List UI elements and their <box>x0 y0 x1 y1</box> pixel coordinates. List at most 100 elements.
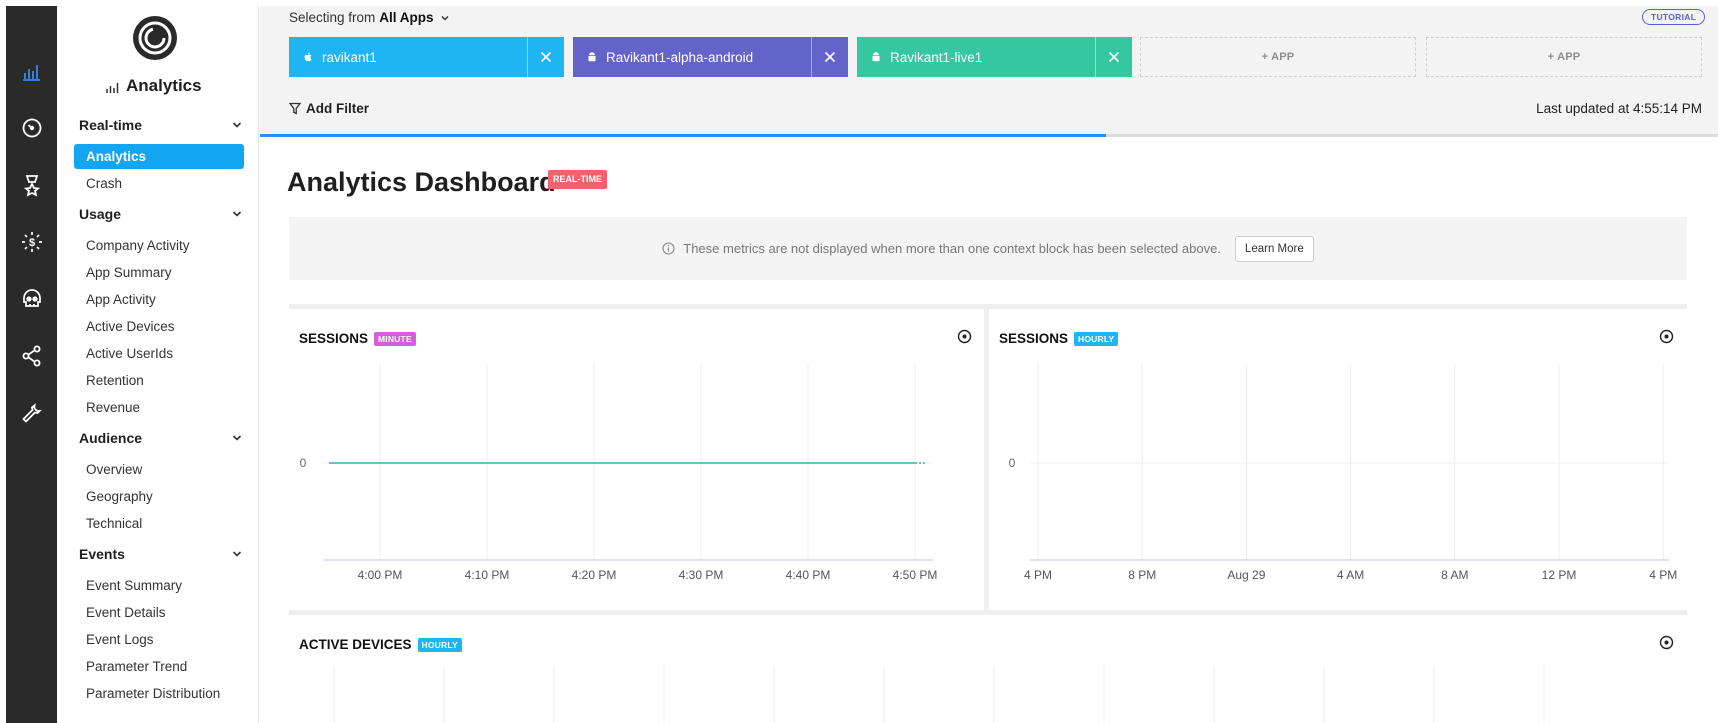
x-tick-label: Aug 29 <box>1227 568 1265 582</box>
add-filter-label: Add Filter <box>306 101 369 116</box>
realtime-badge: REAL-TIME <box>548 170 607 189</box>
x-tick-label: 4:20 PM <box>572 568 617 582</box>
chevron-down-icon <box>232 122 242 128</box>
hourly-badge: HOURLY <box>417 637 462 652</box>
nav-item-parameter-distribution[interactable]: Parameter Distribution <box>74 681 244 706</box>
rail-badge-button[interactable] <box>6 156 57 213</box>
target-icon <box>1659 635 1674 650</box>
app-chip-label: Ravikant1-live1 <box>890 49 983 65</box>
x-tick-label: 12 PM <box>1542 568 1577 582</box>
panel-title: SESSIONS HOURLY <box>999 331 1119 346</box>
nav-item-technical[interactable]: Technical <box>74 511 244 536</box>
sessions-minute-chart: 0 4:00 PM 4:10 PM 4:20 PM 4:30 PM 4:40 PM 4:50… <box>300 364 938 582</box>
info-icon <box>662 242 675 255</box>
close-icon <box>1108 51 1120 63</box>
app-chip-ravikant1-alpha-android[interactable]: Ravikant1-alpha-android <box>573 37 848 77</box>
nav-item-crash[interactable]: Crash <box>74 171 244 196</box>
active-devices-chart <box>333 665 1545 723</box>
panel-settings-button[interactable] <box>1659 329 1674 344</box>
panel-title-label: ACTIVE DEVICES <box>299 637 412 652</box>
app-chip-ravikant1[interactable]: ravikant1 <box>289 37 564 77</box>
notice-text: These metrics are not displayed when mor… <box>683 241 1221 256</box>
chevron-down-icon <box>232 435 242 441</box>
y-tick-label: 0 <box>1009 456 1016 470</box>
svg-text:$: $ <box>28 237 34 249</box>
app-window: $ Analytics Real-time Analytics Crash Us… <box>0 0 1724 723</box>
app-chip-label: Ravikant1-alpha-android <box>606 49 754 65</box>
nav-item-event-logs[interactable]: Event Logs <box>74 627 244 652</box>
nav-item-company-activity[interactable]: Company Activity <box>74 233 244 258</box>
nav-section-audience[interactable]: Audience <box>79 430 243 446</box>
nav-section-label: Usage <box>79 206 122 222</box>
nav-item-overview[interactable]: Overview <box>74 457 244 482</box>
icon-rail: $ <box>6 6 57 723</box>
close-icon <box>824 51 836 63</box>
rail-analytics-button[interactable] <box>6 42 57 99</box>
x-tick-label: 4:50 PM <box>893 568 938 582</box>
chevron-down-icon <box>232 551 242 557</box>
nav-item-active-devices[interactable]: Active Devices <box>74 314 244 339</box>
chevron-down-icon <box>232 211 242 217</box>
remove-app-button[interactable] <box>527 37 564 77</box>
countly-logo-icon <box>133 16 177 60</box>
main-area: Selecting from All Apps TUTORIAL ravikan… <box>260 6 1718 723</box>
nav-item-event-summary[interactable]: Event Summary <box>74 573 244 598</box>
nav-section-real-time[interactable]: Real-time <box>79 117 243 133</box>
learn-more-button[interactable]: Learn More <box>1234 235 1314 262</box>
apple-icon <box>304 52 312 62</box>
rail-tools-button[interactable] <box>6 384 57 441</box>
app-selector-prefix: Selecting from <box>289 10 376 25</box>
sessions-hourly-chart: 0 4 PM 8 PM Aug 29 4 AM 8 AM 12 PM 4 PM <box>1009 364 1677 582</box>
hourly-badge: HOURLY <box>1074 331 1119 346</box>
app-selector-dropdown[interactable]: Selecting from All Apps <box>289 10 450 25</box>
remove-app-button[interactable] <box>1095 37 1132 77</box>
android-icon <box>872 52 880 62</box>
analytics-icon <box>22 64 40 81</box>
x-tick-label: 4 AM <box>1337 568 1364 582</box>
remove-app-button[interactable] <box>811 37 848 77</box>
nav-section-label: Events <box>79 546 125 562</box>
nav-item-app-activity[interactable]: App Activity <box>74 287 244 312</box>
nav-item-analytics[interactable]: Analytics <box>74 144 244 169</box>
sessions-hourly-panel: 0 4 PM 8 PM Aug 29 4 AM 8 AM 12 PM 4 PM SESSION… <box>989 304 1687 610</box>
badge-icon <box>23 174 40 197</box>
app-selector-value: All Apps <box>379 10 434 25</box>
target-icon <box>957 329 972 344</box>
last-updated-text: Last updated at 4:55:14 PM <box>1536 101 1702 116</box>
x-tick-label: 8 PM <box>1128 568 1156 582</box>
panel-settings-button[interactable] <box>1659 635 1674 650</box>
filter-icon <box>289 102 301 115</box>
close-icon <box>540 51 552 63</box>
add-filter-button[interactable]: Add Filter <box>289 101 369 116</box>
nav-item-parameter-trend[interactable]: Parameter Trend <box>74 654 244 679</box>
context-notice: These metrics are not displayed when mor… <box>289 217 1687 280</box>
nav-item-app-summary[interactable]: App Summary <box>74 260 244 285</box>
rail-gauge-button[interactable] <box>6 99 57 156</box>
add-app-button[interactable]: + APP <box>1140 37 1416 77</box>
rail-share-button[interactable] <box>6 327 57 384</box>
panel-title-label: SESSIONS <box>999 331 1069 346</box>
app-chip-ravikant1-live1[interactable]: Ravikant1-live1 <box>857 37 1132 77</box>
panel-title: ACTIVE DEVICES HOURLY <box>299 637 462 652</box>
sidebar: Analytics Real-time Analytics Crash Usag… <box>57 6 259 723</box>
panel-settings-button[interactable] <box>957 329 972 344</box>
nav-section-usage[interactable]: Usage <box>79 206 243 222</box>
nav-item-geography[interactable]: Geography <box>74 484 244 509</box>
y-tick-label: 0 <box>300 456 307 470</box>
nav-item-revenue[interactable]: Revenue <box>74 395 244 420</box>
x-tick-label: 4 PM <box>1024 568 1052 582</box>
rail-crash-button[interactable] <box>6 270 57 327</box>
x-tick-label: 4 PM <box>1649 568 1677 582</box>
tutorial-button[interactable]: TUTORIAL <box>1642 9 1706 25</box>
nav-item-event-details[interactable]: Event Details <box>74 600 244 625</box>
nav-section-events[interactable]: Events <box>79 546 243 562</box>
share-icon <box>22 345 40 366</box>
nav-item-active-userids[interactable]: Active UserIds <box>74 341 244 366</box>
x-tick-label: 4:40 PM <box>786 568 831 582</box>
add-app-button[interactable]: + APP <box>1426 37 1702 77</box>
nav-item-retention[interactable]: Retention <box>74 368 244 393</box>
target-icon <box>1659 329 1674 344</box>
x-tick-label: 4:30 PM <box>679 568 724 582</box>
rail-revenue-button[interactable]: $ <box>6 213 57 270</box>
analytics-icon <box>106 82 119 93</box>
